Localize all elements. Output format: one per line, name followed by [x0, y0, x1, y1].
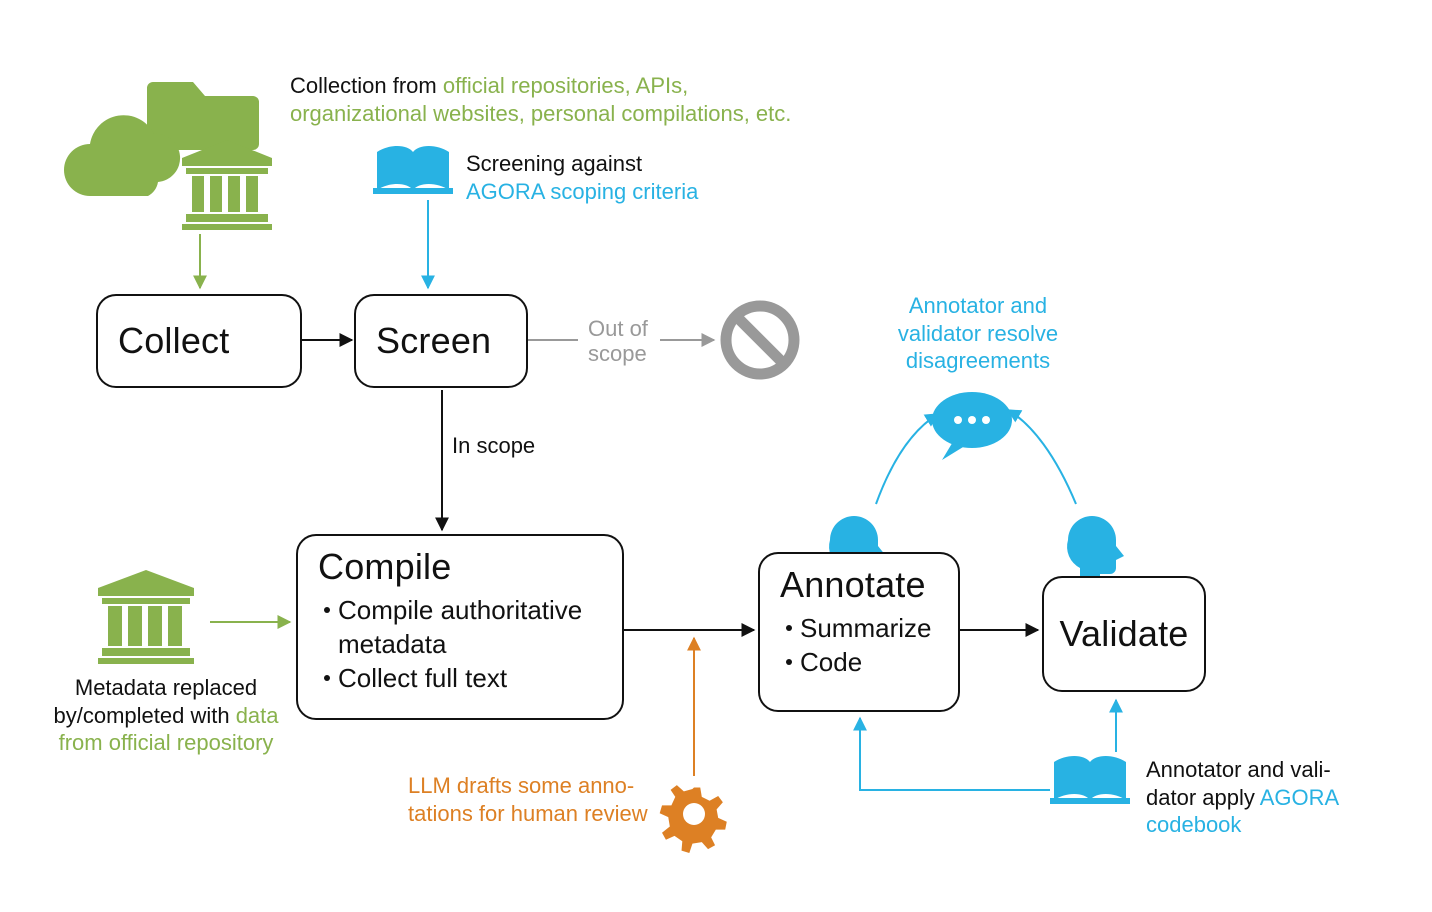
diagram-canvas: Collect Screen Compile Compile authorita… — [0, 0, 1432, 912]
node-annotate-bullets: Summarize Code — [786, 612, 938, 680]
node-compile-bullets: Compile authoritative metadata Collect f… — [324, 594, 602, 695]
label-screening-prefix: Screening against — [466, 151, 642, 176]
arc-annotator-to-bubble — [876, 414, 938, 504]
label-in-scope: In scope — [452, 432, 535, 460]
node-screen-title: Screen — [376, 320, 491, 362]
book-icon-codebook — [1050, 756, 1130, 804]
folder-icon — [147, 82, 259, 150]
node-validate: Validate — [1042, 576, 1206, 692]
node-collect-title: Collect — [118, 320, 229, 362]
node-compile: Compile Compile authoritative metadata C… — [296, 534, 624, 720]
label-screening-criteria: Screening against AGORA scoping criteria — [466, 150, 716, 205]
label-resolve-disagreements: Annotator and validator resolve disagree… — [868, 292, 1088, 375]
cloud-icon — [64, 115, 180, 196]
node-screen: Screen — [354, 294, 528, 388]
book-icon-screen — [373, 146, 453, 194]
label-collection-prefix: Collection from — [290, 73, 443, 98]
label-metadata-prefix: Metadata replaced by/completed with — [53, 675, 257, 728]
arrow-book-to-annotate — [860, 718, 1050, 790]
annotate-bullet-1: Summarize — [800, 612, 931, 646]
prohibited-icon — [726, 306, 794, 374]
label-metadata-replaced: Metadata replaced by/completed with data… — [38, 674, 294, 757]
node-validate-title: Validate — [1059, 613, 1188, 655]
arc-validator-to-bubble — [1008, 410, 1076, 504]
speech-bubble-icon — [932, 392, 1012, 460]
label-out-of-scope: Out of scope — [588, 316, 668, 367]
node-compile-title: Compile — [318, 546, 602, 588]
institution-icon — [182, 140, 272, 230]
node-annotate-title: Annotate — [780, 564, 938, 606]
annotate-bullet-2: Code — [800, 646, 862, 680]
sources-icon-group — [64, 82, 272, 230]
label-apply-codebook: Annotator and vali-dator apply AGORA cod… — [1146, 756, 1366, 839]
label-collection-sources: Collection from official repositories, A… — [290, 72, 810, 127]
compile-bullet-2: Collect full text — [338, 662, 507, 696]
head-icon-validate — [1067, 516, 1124, 582]
label-llm-drafts: LLM drafts some anno-tations for human r… — [408, 772, 658, 827]
institution-icon-2 — [98, 570, 194, 664]
node-annotate: Annotate Summarize Code — [758, 552, 960, 712]
node-collect: Collect — [96, 294, 302, 388]
gear-icon — [660, 785, 727, 853]
label-screening-highlight: AGORA scoping criteria — [466, 179, 698, 204]
compile-bullet-1: Compile authoritative metadata — [338, 594, 602, 662]
